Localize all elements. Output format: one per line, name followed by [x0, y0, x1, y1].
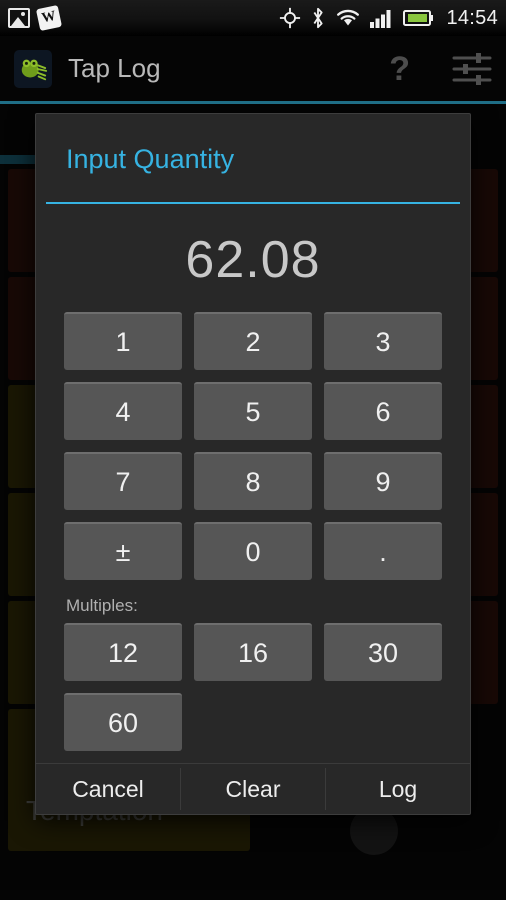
key-2[interactable]: 2 — [194, 312, 312, 371]
wifi-icon — [337, 9, 360, 26]
key-6[interactable]: 6 — [324, 382, 442, 441]
bluetooth-icon — [314, 7, 324, 29]
tap-log-frog-icon — [14, 49, 52, 88]
status-bar-system-icons: 14:54 — [279, 7, 498, 30]
key-5[interactable]: 5 — [194, 382, 312, 441]
sliders-icon[interactable] — [452, 51, 492, 87]
clock: 14:54 — [446, 6, 498, 29]
multiple-16[interactable]: 16 — [194, 623, 312, 682]
page-title: Tap Log — [68, 53, 161, 83]
cancel-button[interactable]: Cancel — [36, 764, 180, 814]
status-bar-notifications: W — [8, 4, 63, 32]
multiple-12[interactable]: 12 — [64, 623, 182, 682]
keypad-row: 7 8 9 — [64, 452, 442, 511]
multiples-row: 12 16 30 — [64, 623, 442, 682]
multiples-label: Multiples: — [66, 596, 138, 616]
key-8[interactable]: 8 — [194, 452, 312, 511]
quantity-value-display[interactable]: 62.08 — [36, 204, 470, 312]
input-quantity-dialog: Input Quantity 62.08 1 2 3 4 5 6 7 8 9 ±… — [35, 113, 471, 815]
dialog-title: Input Quantity — [66, 144, 235, 174]
key-4[interactable]: 4 — [64, 382, 182, 441]
numeric-keypad: 1 2 3 4 5 6 7 8 9 ± 0 . — [36, 312, 470, 592]
key-9[interactable]: 9 — [324, 452, 442, 511]
action-bar-actions: ? — [389, 51, 492, 87]
keypad-row: ± 0 . — [64, 522, 442, 581]
dialog-button-bar: Cancel Clear Log — [36, 763, 470, 814]
key-0[interactable]: 0 — [194, 522, 312, 581]
keypad-row: 1 2 3 — [64, 312, 442, 371]
phone-screen: W 14:54 Tap Log ? Input Quantity 62.08 1… — [0, 0, 506, 900]
log-button[interactable]: Log — [326, 764, 470, 814]
signal-icon — [370, 10, 391, 28]
battery-icon — [403, 10, 434, 26]
multiples-row: 60 — [64, 693, 442, 752]
wikipedia-icon: W — [35, 4, 63, 32]
help-icon[interactable]: ? — [389, 52, 410, 86]
key-plus-minus[interactable]: ± — [64, 522, 182, 581]
key-3[interactable]: 3 — [324, 312, 442, 371]
clear-button[interactable]: Clear — [181, 764, 325, 814]
multiples-keypad: 12 16 30 60 — [36, 623, 470, 763]
gallery-icon — [8, 8, 30, 28]
multiple-30[interactable]: 30 — [324, 623, 442, 682]
key-7[interactable]: 7 — [64, 452, 182, 511]
key-1[interactable]: 1 — [64, 312, 182, 371]
multiple-60[interactable]: 60 — [64, 693, 182, 752]
keypad-row: 4 5 6 — [64, 382, 442, 441]
key-decimal-point[interactable]: . — [324, 522, 442, 581]
status-bar: W 14:54 — [0, 0, 506, 36]
action-bar: Tap Log ? — [0, 36, 506, 104]
gps-icon — [280, 7, 301, 29]
